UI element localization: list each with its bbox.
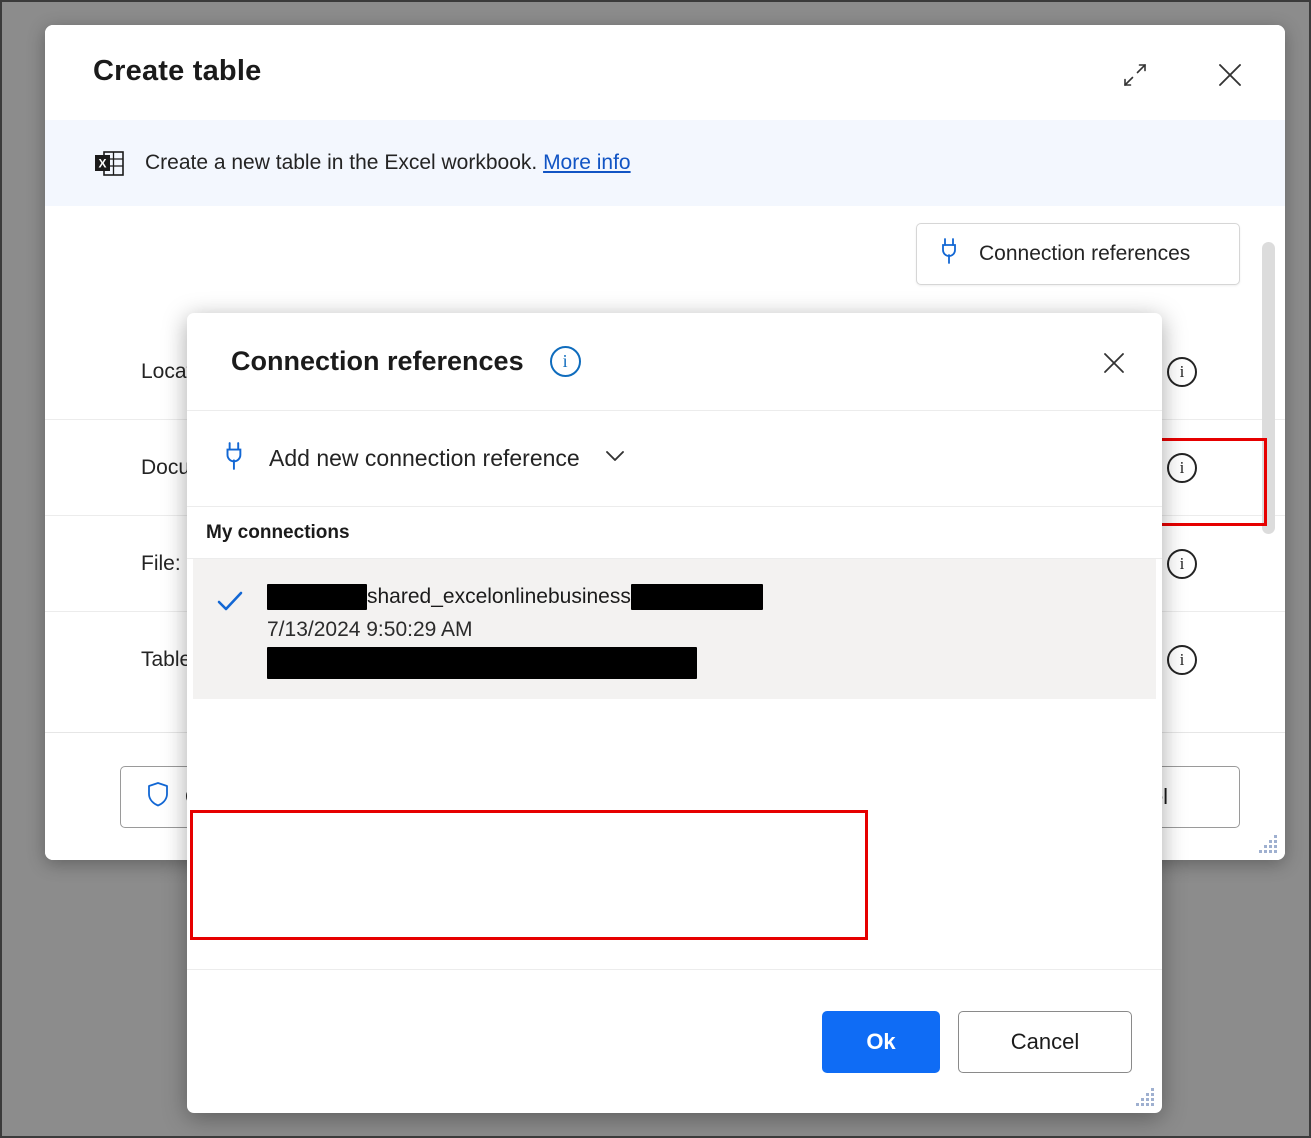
add-new-connection-reference-button[interactable]: Add new connection reference — [187, 411, 1162, 507]
page-title: Create table — [93, 55, 262, 87]
vertical-scrollbar[interactable] — [1262, 236, 1275, 856]
close-icon[interactable] — [1094, 343, 1134, 383]
close-icon[interactable] — [1210, 55, 1250, 95]
banner-text: Create a new table in the Excel workbook… — [145, 151, 631, 175]
ok-button[interactable]: Ok — [822, 1010, 940, 1073]
svg-text:X: X — [98, 157, 106, 171]
list-item-text: shared_excelonlinebusiness 7/13/2024 9:5… — [267, 581, 763, 679]
section-header-my-connections: My connections — [187, 507, 1162, 559]
scrollbar-thumb[interactable] — [1262, 242, 1275, 534]
connection-references-header: Connection references i — [187, 313, 1162, 411]
more-info-link[interactable]: More info — [543, 151, 631, 174]
info-icon[interactable]: i — [549, 346, 581, 377]
checkmark-icon — [193, 581, 267, 615]
connection-name-line: shared_excelonlinebusiness — [267, 581, 763, 614]
add-new-connection-reference-label: Add new connection reference — [269, 445, 580, 471]
form-label-file: File: — [141, 551, 181, 575]
dialog-title: Connection references — [231, 346, 524, 376]
list-item[interactable]: shared_excelonlinebusiness 7/13/2024 9:5… — [193, 559, 1156, 699]
shield-icon — [147, 781, 169, 813]
connection-name-visible: shared_excelonlinebusiness — [367, 585, 631, 608]
info-icon[interactable]: i — [1167, 548, 1197, 579]
redacted-detail — [267, 646, 697, 679]
connection-references-button[interactable]: Connection references — [916, 223, 1240, 285]
connection-timestamp: 7/13/2024 9:50:29 AM — [267, 617, 473, 641]
info-icon[interactable]: i — [1167, 452, 1197, 483]
plug-icon — [939, 237, 961, 271]
cancel-button[interactable]: Cancel — [958, 1010, 1132, 1073]
expand-diagonal-icon[interactable] — [1115, 55, 1155, 95]
banner-message: Create a new table in the Excel workbook… — [145, 151, 538, 174]
connection-references-dialog: Connection references i Add new connecti… — [187, 313, 1162, 1113]
resize-grip-icon[interactable] — [1134, 1085, 1156, 1107]
chevron-down-icon[interactable] — [602, 443, 628, 474]
plug-icon — [223, 441, 247, 476]
redacted-name-suffix — [630, 584, 763, 611]
connection-references-footer: Ok Cancel — [187, 969, 1162, 1113]
connection-references-label: Connection references — [979, 242, 1191, 265]
highlight-box-selected-connection — [190, 810, 868, 940]
create-table-header: Create table — [45, 25, 1285, 120]
info-icon[interactable]: i — [1167, 356, 1197, 387]
info-icon[interactable]: i — [1167, 645, 1197, 675]
info-banner: X Create a new table in the Excel workbo… — [45, 120, 1285, 206]
excel-file-icon: X — [93, 147, 125, 179]
connection-detail-line — [267, 646, 763, 679]
redacted-name-prefix — [267, 584, 367, 611]
connections-list: shared_excelonlinebusiness 7/13/2024 9:5… — [187, 559, 1162, 940]
